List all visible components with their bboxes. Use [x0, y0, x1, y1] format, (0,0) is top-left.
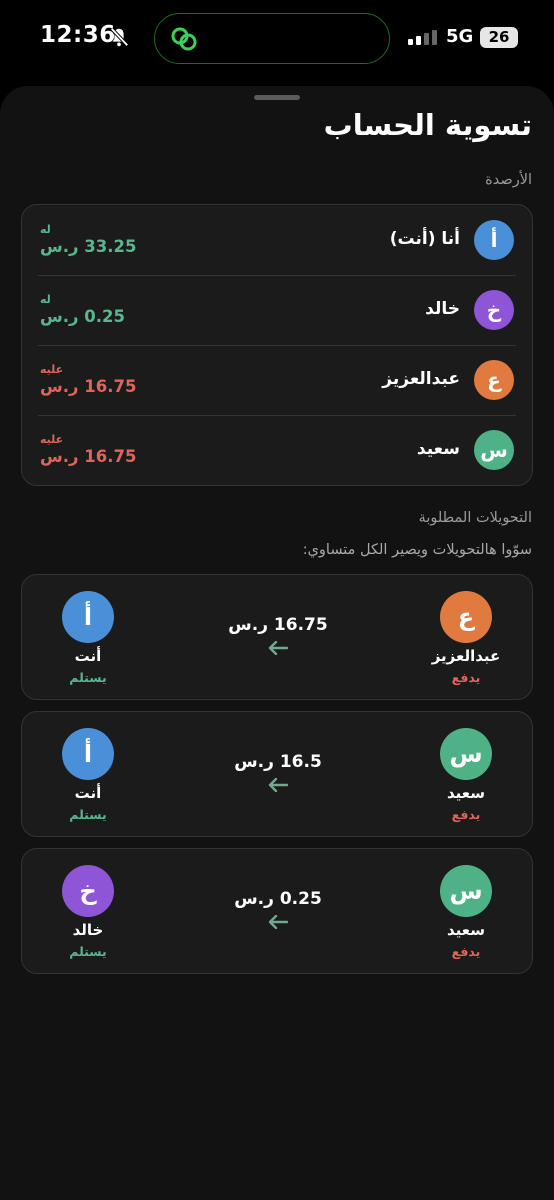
payer-name: عبدالعزيز [431, 647, 501, 665]
payer-role: يدفع [451, 944, 481, 959]
sheet-grabber[interactable] [254, 95, 300, 100]
payee-name: أنت [74, 784, 102, 802]
member-name: سعيد [416, 439, 460, 459]
page-title: تسوية الحساب [323, 108, 532, 142]
payer-avatar: س [440, 728, 492, 780]
balance-status-tag: عليه [40, 433, 64, 446]
balances-label: الأرصدة [485, 172, 532, 188]
balance-row[interactable]: أ أنا (أنت) له 33.25 ر.س [22, 205, 532, 275]
arrow-left-icon [268, 778, 288, 792]
transfer-card[interactable]: ع عبدالعزيز يدفع 16.75 ر.س أ أنت يستلم [21, 574, 533, 700]
payer-name: سعيد [446, 921, 485, 939]
balance-row[interactable]: س سعيد عليه 16.75 ر.س [22, 415, 532, 485]
payee-role: يستلم [69, 670, 107, 685]
avatar: أ [474, 220, 514, 260]
member-name: أنا (أنت) [389, 229, 460, 249]
payee-role: يستلم [69, 944, 107, 959]
balance-amount: 16.75 ر.س [40, 447, 137, 466]
member-name: خالد [425, 299, 460, 319]
payer-role: يدفع [451, 670, 481, 685]
transfers-label: التحويلات المطلوبة [418, 510, 532, 526]
transfer-amount: 16.75 ر.س [228, 615, 328, 635]
transfer-amount: 0.25 ر.س [234, 889, 322, 909]
balance-status-tag: له [40, 293, 51, 306]
avatar: س [474, 430, 514, 470]
balance-status-tag: له [40, 223, 51, 236]
transfer-amount: 16.5 ر.س [234, 752, 322, 772]
signal-icon [408, 30, 437, 45]
transfer-card[interactable]: س سعيد يدفع 0.25 ر.س خ خالد يستلم [21, 848, 533, 974]
network-type: 5G [446, 26, 474, 47]
payee-name: خالد [72, 921, 104, 939]
payee-avatar: خ [62, 865, 114, 917]
balance-amount: 0.25 ر.س [40, 307, 125, 326]
payee-name: أنت [74, 647, 102, 665]
settlement-sheet: تسوية الحساب الأرصدة أ أنا (أنت) له 33.2… [0, 86, 554, 1200]
balance-row[interactable]: خ خالد له 0.25 ر.س [22, 275, 532, 345]
avatar: خ [474, 290, 514, 330]
payee-avatar: أ [62, 591, 114, 643]
payer-role: يدفع [451, 807, 481, 822]
status-bar: 12:36 5G 26 [0, 0, 554, 78]
payer-avatar: س [440, 865, 492, 917]
member-name: عبدالعزيز [382, 369, 460, 389]
arrow-left-icon [268, 915, 288, 929]
link-icon [171, 27, 197, 51]
battery-indicator: 26 [480, 27, 518, 48]
payer-name: سعيد [446, 784, 485, 802]
avatar: ع [474, 360, 514, 400]
balance-status-tag: عليه [40, 363, 64, 376]
payer-avatar: ع [440, 591, 492, 643]
arrow-left-icon [268, 641, 288, 655]
balance-amount: 16.75 ر.س [40, 377, 137, 396]
balances-card: أ أنا (أنت) له 33.25 ر.س خ خالد له 0.25 … [21, 204, 533, 486]
payee-avatar: أ [62, 728, 114, 780]
balance-amount: 33.25 ر.س [40, 237, 137, 256]
bell-slash-icon [110, 27, 129, 47]
status-time: 12:36 [40, 22, 116, 48]
transfer-card[interactable]: س سعيد يدفع 16.5 ر.س أ أنت يستلم [21, 711, 533, 837]
balance-row[interactable]: ع عبدالعزيز عليه 16.75 ر.س [22, 345, 532, 415]
payee-role: يستلم [69, 807, 107, 822]
dynamic-island[interactable] [154, 13, 390, 64]
transfers-subtitle: سوّوا هالتحويلات ويصير الكل متساوي: [302, 542, 532, 558]
